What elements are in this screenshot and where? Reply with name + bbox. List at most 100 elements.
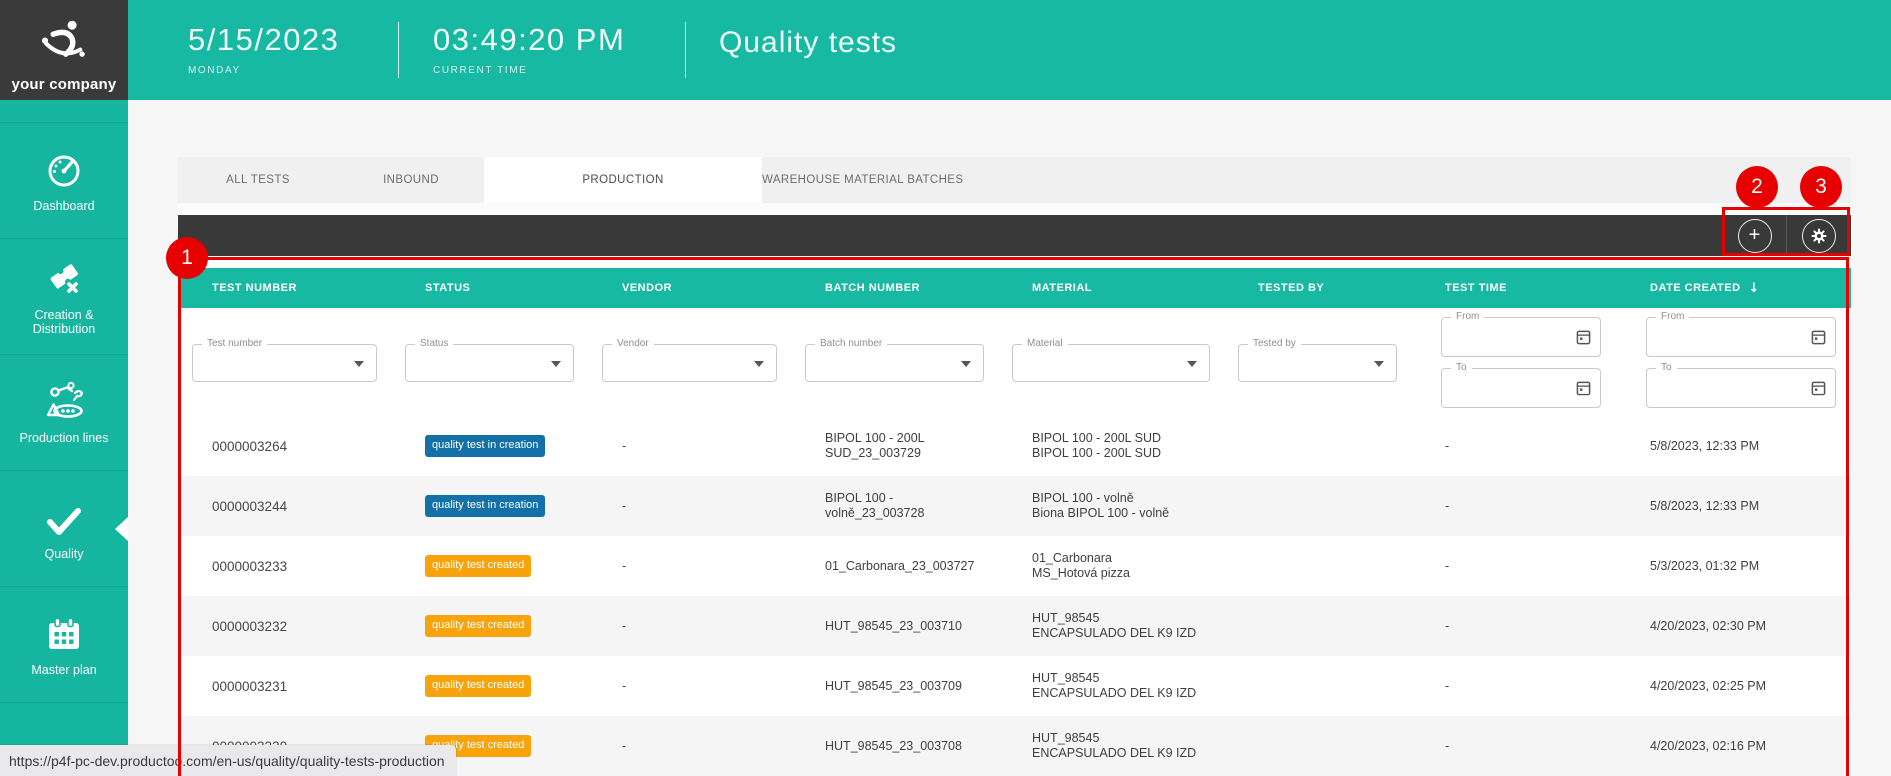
filter-dropdown[interactable]: Vendor [602, 344, 777, 382]
current-day-label: MONDAY [188, 65, 339, 76]
sidebar-item[interactable]: Master plan [0, 586, 128, 702]
cell-vendor: - [588, 559, 791, 574]
date-created-to-input[interactable]: To [1646, 368, 1836, 408]
table-row[interactable]: 0000003264 quality test in creation - BI… [178, 416, 1851, 476]
toolbar-button[interactable]: + [1722, 215, 1786, 256]
cell-vendor: - [588, 679, 791, 694]
tab[interactable]: PRODUCTION [484, 157, 762, 203]
sidebar-item[interactable]: Production lines [0, 354, 128, 470]
filter-row: Test number Status Vendor [178, 308, 1851, 416]
sidebar-nav: Dashboard Creation & Distribution [0, 100, 128, 776]
column-header[interactable]: TESTED BY↓ [1224, 282, 1411, 294]
calendar-icon[interactable] [1811, 329, 1826, 350]
plus-icon: + [1749, 225, 1761, 245]
sidebar-item[interactable]: Quality [0, 470, 128, 586]
current-time-block: 03:49:20 PM CURRENT TIME [433, 22, 625, 76]
cell-test-time: - [1411, 679, 1616, 694]
filter-cell: Batch number [791, 308, 998, 416]
top-header: 5/15/2023 MONDAY 03:49:20 PM CURRENT TIM… [128, 0, 1891, 100]
cell-vendor: - [588, 499, 791, 514]
table-row[interactable]: 0000003231 quality test created - HUT_98… [178, 656, 1851, 716]
cell-date-created: 4/20/2023, 02:30 PM [1616, 619, 1851, 634]
cell-material: BIPOL 100 - volně Biona BIPOL 100 - voln… [998, 491, 1224, 521]
cell-test-number: 0000003244 [178, 499, 391, 514]
filter-dropdown[interactable]: Status [405, 344, 574, 382]
toolbar-button[interactable] [1786, 215, 1850, 256]
sidebar-item[interactable]: Dashboard [0, 122, 128, 238]
test-time-to-input[interactable]: To [1441, 368, 1601, 408]
cell-status: quality test created [391, 555, 588, 577]
filter-cell: Material [998, 308, 1224, 416]
table-row[interactable]: 0000003232 quality test created - HUT_98… [178, 596, 1851, 656]
chevron-down-icon [1374, 361, 1384, 367]
cell-status: quality test in creation [391, 495, 588, 517]
table-row[interactable]: 0000003233 quality test created - 01_Car… [178, 536, 1851, 596]
column-header[interactable]: TEST TIME↓ [1411, 282, 1616, 294]
column-header[interactable]: TEST NUMBER↓ [178, 282, 391, 294]
chevron-down-icon [551, 361, 561, 367]
cell-test-time: - [1411, 439, 1616, 454]
chevron-down-icon [354, 361, 364, 367]
cell-test-number: 0000003232 [178, 619, 391, 634]
column-header[interactable]: BATCH NUMBER↓ [791, 282, 998, 294]
filter-dropdown[interactable]: Batch number [805, 344, 984, 382]
filter-dropdown[interactable]: Test number [192, 344, 377, 382]
tab-bar: ALL TESTS INBOUND PRODUCTION WAREHOUSE M… [178, 157, 1851, 203]
cell-date-created: 5/3/2023, 01:32 PM [1616, 559, 1851, 574]
cell-material: HUT_98545 ENCAPSULADO DEL K9 IZD [998, 611, 1224, 641]
table-body: 0000003264 quality test in creation - BI… [178, 416, 1851, 776]
cell-test-number: 0000003264 [178, 439, 391, 454]
column-header[interactable]: STATUS↓ [391, 282, 588, 294]
cell-material: HUT_98545 ENCAPSULADO DEL K9 IZD [998, 671, 1224, 701]
tab[interactable]: ALL TESTS [178, 157, 338, 203]
date-created-from-input[interactable]: From [1646, 317, 1836, 357]
cell-batch-number: BIPOL 100 - volně_23_003728 [791, 491, 998, 521]
calendar-icon[interactable] [1576, 380, 1591, 401]
cell-batch-number: HUT_98545_23_003710 [791, 619, 998, 634]
tab[interactable]: WAREHOUSE MATERIAL BATCHES [762, 157, 963, 203]
header-divider [685, 22, 686, 78]
test-time-from-input[interactable]: From [1441, 317, 1601, 357]
cell-test-time: - [1411, 739, 1616, 754]
test-time-filter-cell: From To [1411, 308, 1616, 416]
date-created-filter-cell: From To [1616, 308, 1851, 416]
column-header[interactable]: MATERIAL↓ [998, 282, 1224, 294]
column-header[interactable]: DATE CREATED↓ [1616, 281, 1851, 296]
checkmark-icon [42, 496, 86, 538]
cell-status: quality test in creation [391, 435, 588, 457]
cell-status: quality test created [391, 675, 588, 697]
cell-batch-number: 01_Carbonara_23_003727 [791, 559, 998, 574]
link-preview-status-bar: https://p4f-pc-dev.productoo.com/en-us/q… [0, 745, 456, 776]
gauge-icon [44, 148, 84, 190]
sort-desc-icon: ↓ [1749, 281, 1760, 296]
company-logo: your company [0, 0, 128, 100]
cell-test-time: - [1411, 619, 1616, 634]
cell-date-created: 4/20/2023, 02:25 PM [1616, 679, 1851, 694]
cell-vendor: - [588, 619, 791, 634]
cell-date-created: 4/20/2023, 02:16 PM [1616, 739, 1851, 754]
production-line-icon [41, 380, 87, 422]
calendar-icon[interactable] [1811, 380, 1826, 401]
sidebar: Dashboard Creation & Distribution [0, 100, 128, 776]
calendar-icon[interactable] [1576, 329, 1591, 350]
sidebar-item[interactable]: Creation & Distribution [0, 238, 128, 354]
current-time-label: CURRENT TIME [433, 65, 625, 76]
filter-dropdown[interactable]: Material [1012, 344, 1210, 382]
spacer [178, 256, 1851, 268]
header-divider [398, 22, 399, 78]
current-date: 5/15/2023 [188, 22, 339, 58]
status-badge: quality test created [425, 675, 531, 697]
status-badge: quality test created [425, 615, 531, 637]
cell-material: 01_Carbonara MS_Hotová pizza [998, 551, 1224, 581]
column-header[interactable]: VENDOR↓ [588, 282, 791, 294]
tab[interactable]: INBOUND [338, 157, 484, 203]
table-row[interactable]: 0000003244 quality test in creation - BI… [178, 476, 1851, 536]
company-logo-icon [35, 18, 93, 74]
toolbar-buttons: + [1722, 215, 1850, 256]
table-toolbar: + [178, 215, 1851, 256]
cell-material: HUT_98545 ENCAPSULADO DEL K9 IZD [998, 731, 1224, 761]
chevron-down-icon [754, 361, 764, 367]
cell-test-time: - [1411, 559, 1616, 574]
gear-icon [1802, 219, 1836, 253]
filter-dropdown[interactable]: Tested by [1238, 344, 1397, 382]
